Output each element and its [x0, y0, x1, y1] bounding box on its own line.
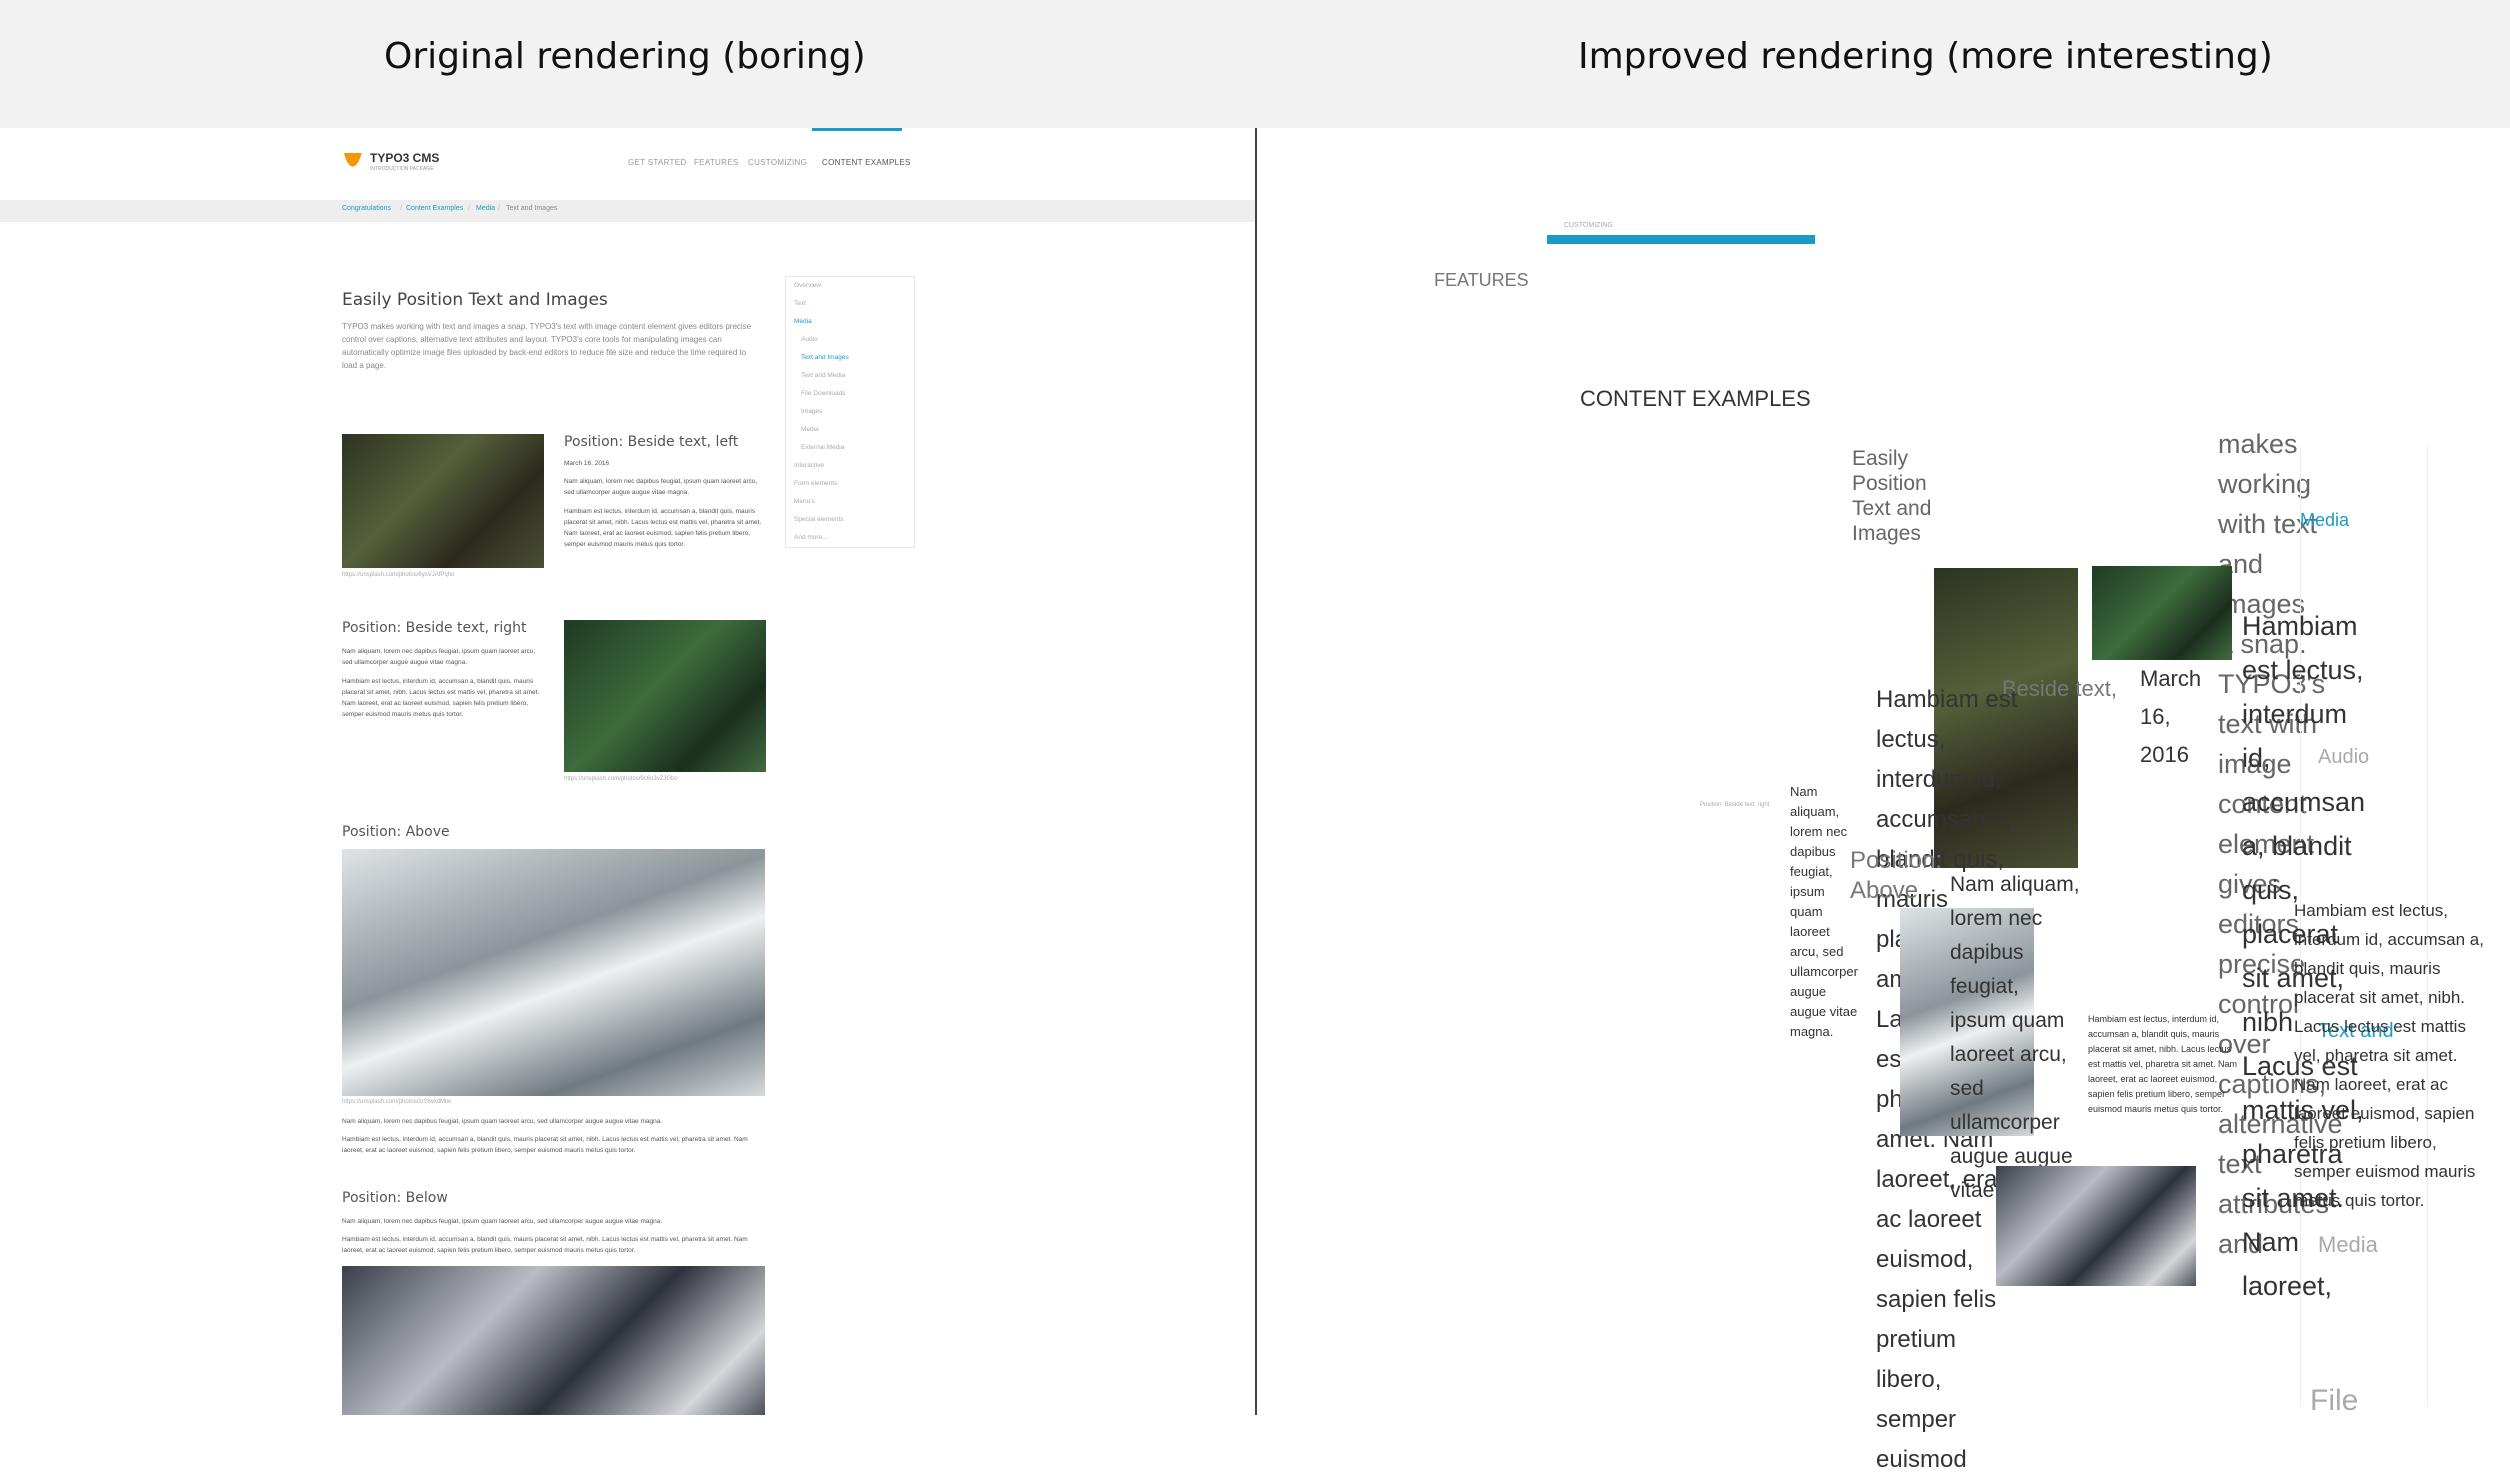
section-paragraph: Nam aliquam, lorem nec dapibus feugiat, … [342, 648, 536, 666]
section-title: Position: Above [1850, 847, 1943, 904]
crumb-separator: / [468, 205, 470, 212]
nav-features[interactable]: FEATURES [694, 158, 738, 167]
breadcrumb [0, 200, 1255, 222]
sidebar-item[interactable]: External Media [801, 444, 844, 451]
snowy-forest-image [342, 849, 765, 1096]
section-title: Position: Beside text, right [342, 620, 527, 636]
section-paragraph: Hambiam est lectus, interdum id, accumsa… [2088, 1014, 2238, 1114]
page-title: Easily Position Text and Images [1852, 447, 1932, 545]
sidebar-item[interactable]: Special elements [794, 516, 844, 523]
sidebar-item[interactable]: Text and Media [801, 372, 845, 379]
typo3-logo-icon [344, 153, 362, 167]
logo-tag: INTRODUCTION PACKAGE [370, 166, 434, 172]
section-paragraph: Hambiam est lectus, interdum id, accumsa… [342, 678, 540, 718]
section-title: Position: Beside text, left [564, 434, 739, 450]
section-paragraph: Hambiam est lectus, interdum id, accumsa… [2294, 901, 2484, 1210]
crumb-current: Text and Images [506, 205, 558, 212]
crumb-content-examples[interactable]: Content Examples [406, 205, 463, 212]
sidebar-item[interactable]: Overview [794, 282, 821, 289]
crumb-media[interactable]: Media [476, 205, 495, 212]
right-heading: Improved rendering (more interesting) [1578, 36, 2273, 77]
pine-forest-image [564, 620, 766, 772]
page-title: Easily Position Text and Images [342, 290, 608, 310]
section-paragraph: Hambiam est lectus, interdum id, accumsa… [342, 1136, 748, 1154]
section-paragraph: Hambiam est lectus, interdum id, accumsa… [564, 508, 762, 548]
city-street-image [1996, 1166, 2196, 1286]
image-caption: https://unsplash.com/photos/9c6o3vZJGbo [564, 776, 678, 782]
forest-road-image [342, 434, 544, 568]
crumb-congratulations[interactable]: Congratulations [342, 205, 391, 212]
section-title: Position: Below [342, 1190, 448, 1206]
sidebar-item-media[interactable]: Media [2300, 510, 2349, 531]
nav-get-started[interactable]: GET STARTED [628, 158, 686, 167]
city-street-image [342, 1266, 765, 1415]
sidebar-menu: Overview Text Media Audio Text and Image… [785, 276, 915, 548]
image-caption: https://unsplash.com/photos/1rStwxdMtw [342, 1099, 452, 1105]
nav-customizing[interactable]: CUSTOMIZING [748, 158, 807, 167]
sidebar-item-text-and-images[interactable]: Text and Images [801, 354, 849, 361]
section-date: March 16, 2016 [2140, 666, 2202, 767]
left-heading: Original rendering (boring) [384, 36, 866, 77]
image-caption: https://unsplash.com/photos/6ysVJAfPqho [342, 572, 455, 578]
section-paragraph: Hambiam est lectus, interdum id, accumsa… [342, 1236, 748, 1254]
crumb-separator: / [400, 205, 402, 212]
nav-content-examples[interactable]: CONTENT EXAMPLES [1580, 386, 1811, 412]
logo-name: TYPO3 CMS [370, 151, 440, 165]
nav-customizing[interactable]: CUSTOMIZING [1564, 222, 1613, 229]
sidebar-item[interactable]: Media [801, 426, 819, 433]
sidebar-item[interactable]: Images [801, 408, 822, 415]
sidebar-item[interactable]: Interactive [794, 462, 824, 469]
crumb-separator: / [498, 205, 500, 212]
nav-active-indicator [812, 128, 902, 131]
section-date: March 16, 2016 [564, 460, 610, 467]
nav-content-examples[interactable]: CONTENT EXAMPLES [822, 158, 911, 167]
pine-forest-image [2092, 566, 2232, 660]
section-title: Position: Above [342, 824, 450, 840]
section-paragraph: Nam aliquam, lorem nec dapibus feugiat, … [564, 478, 758, 496]
sidebar-item[interactable]: File Downloads [801, 390, 845, 397]
intro-text: TYPO3 makes working with text and images… [342, 322, 752, 370]
section-paragraph: Nam aliquam, lorem nec dapibus feugiat, … [342, 1218, 663, 1225]
section-paragraph: Nam aliquam, lorem nec dapibus feugiat, … [1790, 784, 1858, 1039]
sidebar-item[interactable]: Menu's [794, 498, 815, 505]
sidebar-item[interactable]: Audio [801, 336, 818, 343]
sidebar-item[interactable]: Form elements [794, 480, 837, 487]
nav-features[interactable]: FEATURES [1434, 270, 1529, 291]
sidebar-item[interactable]: Text [794, 300, 806, 307]
nav-active-indicator [1547, 235, 1815, 244]
panel-divider [1255, 128, 1257, 1415]
section-title: Position: Beside text, right [1700, 802, 1770, 808]
section-paragraph: Nam aliquam, lorem nec dapibus feugiat, … [1950, 873, 2080, 1202]
sidebar-item-file-downloads[interactable]: File [2310, 1384, 2358, 1418]
sidebar-item[interactable]: And more... [794, 534, 828, 541]
typo3-logo[interactable]: TYPO3 CMS INTRODUCTION PACKAGE [342, 150, 439, 177]
section-paragraph: Nam aliquam, lorem nec dapibus feugiat, … [342, 1118, 663, 1125]
sidebar-item-media[interactable]: Media [794, 318, 812, 325]
